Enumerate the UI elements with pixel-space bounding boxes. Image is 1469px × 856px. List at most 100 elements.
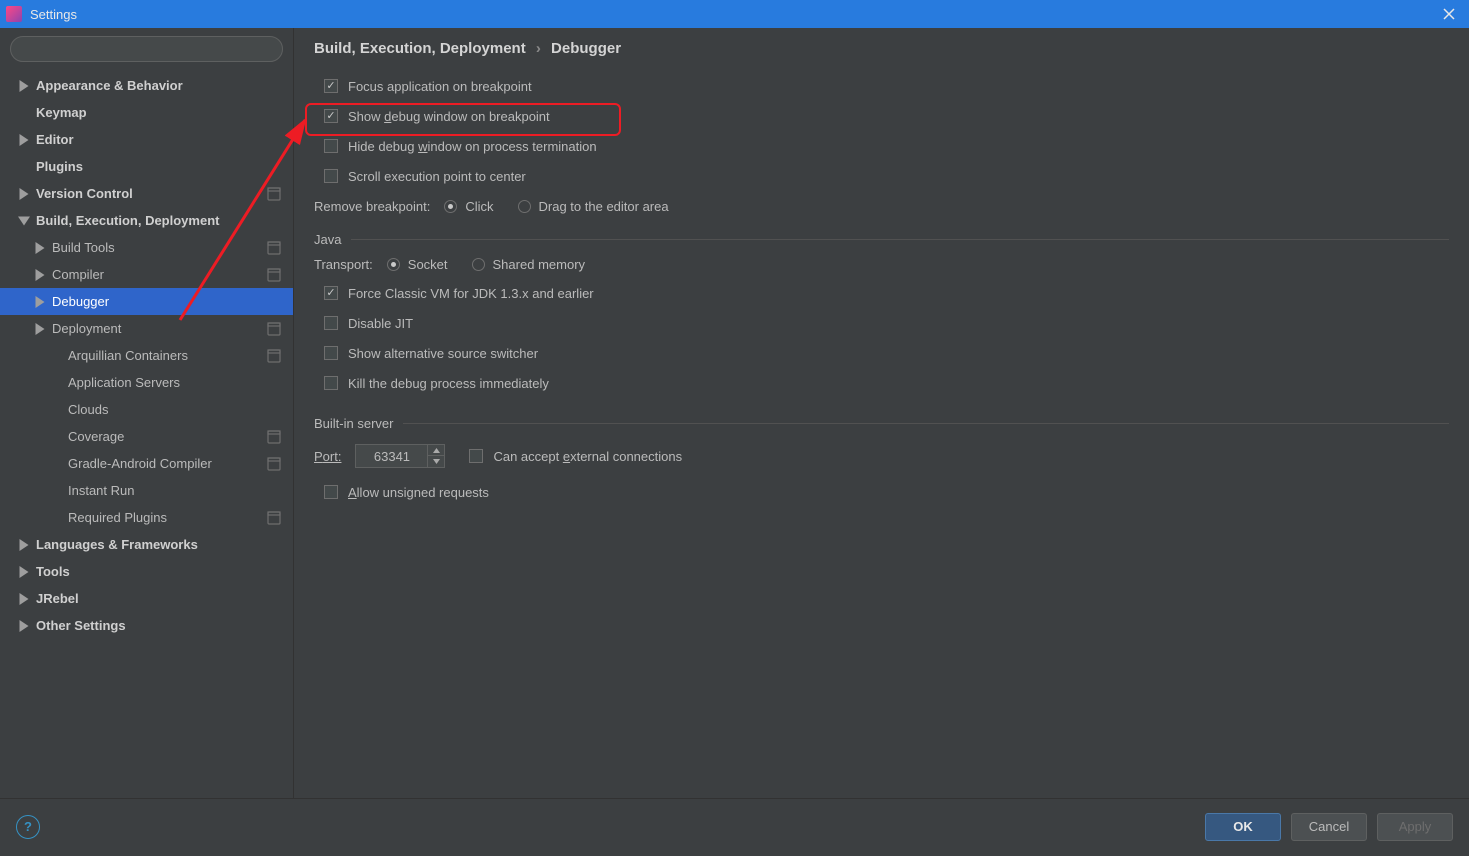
project-scope-icon <box>267 322 281 336</box>
help-button[interactable]: ? <box>16 815 40 839</box>
section-title: Java <box>314 232 341 247</box>
tree-item-label: Instant Run <box>68 483 135 498</box>
settings-content: Build, Execution, Deployment › Debugger … <box>294 28 1469 798</box>
tree-item-coverage[interactable]: Coverage <box>0 423 293 450</box>
radio-icon <box>387 258 400 271</box>
chevron-right-icon <box>18 80 30 92</box>
remove-breakpoint-group: Remove breakpoint: Click Drag to the edi… <box>314 199 1449 214</box>
chevron-right-icon <box>34 242 46 254</box>
tree-item-label: Clouds <box>68 402 108 417</box>
tree-item-gradle-android-compiler[interactable]: Gradle-Android Compiler <box>0 450 293 477</box>
option-allow-unsigned[interactable]: Allow unsigned requests <box>324 477 1449 507</box>
chevron-right-icon <box>18 566 30 578</box>
tree-item-label: Compiler <box>52 267 104 282</box>
tree-item-label: Languages & Frameworks <box>36 537 198 552</box>
app-icon <box>6 6 22 22</box>
checkbox-icon <box>469 449 483 463</box>
ok-button[interactable]: OK <box>1205 813 1281 841</box>
checkbox-icon <box>324 109 338 123</box>
tree-item-label: Required Plugins <box>68 510 167 525</box>
tree-item-tools[interactable]: Tools <box>0 558 293 585</box>
option-label: Show alternative source switcher <box>348 346 538 361</box>
tree-item-label: Other Settings <box>36 618 126 633</box>
tree-item-label: Keymap <box>36 105 87 120</box>
radio-drag[interactable]: Drag to the editor area <box>518 199 669 214</box>
checkbox-icon <box>324 346 338 360</box>
option-label: Kill the debug process immediately <box>348 376 549 391</box>
option-label: Show debug window on breakpoint <box>348 109 550 124</box>
tree-item-version-control[interactable]: Version Control <box>0 180 293 207</box>
chevron-right-icon <box>34 296 46 308</box>
chevron-right-icon <box>34 269 46 281</box>
option-force-classic-vm[interactable]: Force Classic VM for JDK 1.3.x and earli… <box>324 278 1449 308</box>
group-label: Transport: <box>314 257 373 272</box>
cancel-button[interactable]: Cancel <box>1291 813 1367 841</box>
section-title: Built-in server <box>314 416 393 431</box>
option-hide-debug-window[interactable]: Hide debug window on process termination <box>324 131 1449 161</box>
port-spinner[interactable] <box>355 444 445 468</box>
option-label: Scroll execution point to center <box>348 169 526 184</box>
tree-item-label: Arquillian Containers <box>68 348 188 363</box>
option-label: Force Classic VM for JDK 1.3.x and earli… <box>348 286 594 301</box>
project-scope-icon <box>267 241 281 255</box>
tree-item-build-execution-deployment[interactable]: Build, Execution, Deployment <box>0 207 293 234</box>
spinner-down[interactable] <box>428 456 444 467</box>
tree-item-instant-run[interactable]: Instant Run <box>0 477 293 504</box>
option-show-debug-window[interactable]: Show debug window on breakpoint <box>324 101 1449 131</box>
radio-socket[interactable]: Socket <box>387 257 448 272</box>
group-label: Remove breakpoint: <box>314 199 430 214</box>
tree-item-label: Build Tools <box>52 240 115 255</box>
tree-item-label: Coverage <box>68 429 124 444</box>
tree-item-plugins[interactable]: Plugins <box>0 153 293 180</box>
radio-click[interactable]: Click <box>444 199 493 214</box>
checkbox-icon <box>324 316 338 330</box>
radio-label: Drag to the editor area <box>539 199 669 214</box>
project-scope-icon <box>267 187 281 201</box>
option-label: Disable JIT <box>348 316 413 331</box>
option-label: Allow unsigned requests <box>348 485 489 500</box>
tree-item-debugger[interactable]: Debugger <box>0 288 293 315</box>
option-alt-source-switcher[interactable]: Show alternative source switcher <box>324 338 1449 368</box>
tree-item-keymap[interactable]: Keymap <box>0 99 293 126</box>
tree-item-languages-frameworks[interactable]: Languages & Frameworks <box>0 531 293 558</box>
option-kill-debug-process[interactable]: Kill the debug process immediately <box>324 368 1449 398</box>
tree-item-label: Plugins <box>36 159 83 174</box>
tree-item-arquillian-containers[interactable]: Arquillian Containers <box>0 342 293 369</box>
apply-button[interactable]: Apply <box>1377 813 1453 841</box>
spinner-up[interactable] <box>428 445 444 456</box>
option-focus-breakpoint[interactable]: Focus application on breakpoint <box>324 71 1449 101</box>
chevron-right-icon <box>34 323 46 335</box>
tree-item-application-servers[interactable]: Application Servers <box>0 369 293 396</box>
checkbox-icon <box>324 286 338 300</box>
breadcrumb-sep: › <box>536 40 541 57</box>
project-scope-icon <box>267 511 281 525</box>
transport-group: Transport: Socket Shared memory <box>314 257 1449 272</box>
tree-item-jrebel[interactable]: JRebel <box>0 585 293 612</box>
radio-label: Shared memory <box>493 257 586 272</box>
project-scope-icon <box>267 268 281 282</box>
tree-item-label: Debugger <box>52 294 109 309</box>
tree-item-label: Deployment <box>52 321 121 336</box>
port-input[interactable] <box>356 449 427 464</box>
tree-item-appearance-behavior[interactable]: Appearance & Behavior <box>0 72 293 99</box>
search-input[interactable] <box>10 36 283 62</box>
tree-item-other-settings[interactable]: Other Settings <box>0 612 293 639</box>
tree-item-required-plugins[interactable]: Required Plugins <box>0 504 293 531</box>
option-accept-external[interactable]: Can accept external connections <box>469 441 682 471</box>
tree-item-build-tools[interactable]: Build Tools <box>0 234 293 261</box>
tree-item-compiler[interactable]: Compiler <box>0 261 293 288</box>
window-close-button[interactable] <box>1435 0 1463 28</box>
tree-item-deployment[interactable]: Deployment <box>0 315 293 342</box>
option-disable-jit[interactable]: Disable JIT <box>324 308 1449 338</box>
tree-item-clouds[interactable]: Clouds <box>0 396 293 423</box>
tree-item-editor[interactable]: Editor <box>0 126 293 153</box>
project-scope-icon <box>267 430 281 444</box>
radio-shared-memory[interactable]: Shared memory <box>472 257 586 272</box>
option-scroll-execution[interactable]: Scroll execution point to center <box>324 161 1449 191</box>
project-scope-icon <box>267 349 281 363</box>
port-label: Port: <box>314 449 341 464</box>
checkbox-icon <box>324 79 338 93</box>
window-title: Settings <box>30 7 77 22</box>
settings-sidebar: Appearance & Behavior Keymap Editor Plugins… <box>0 28 294 798</box>
chevron-right-icon <box>18 593 30 605</box>
